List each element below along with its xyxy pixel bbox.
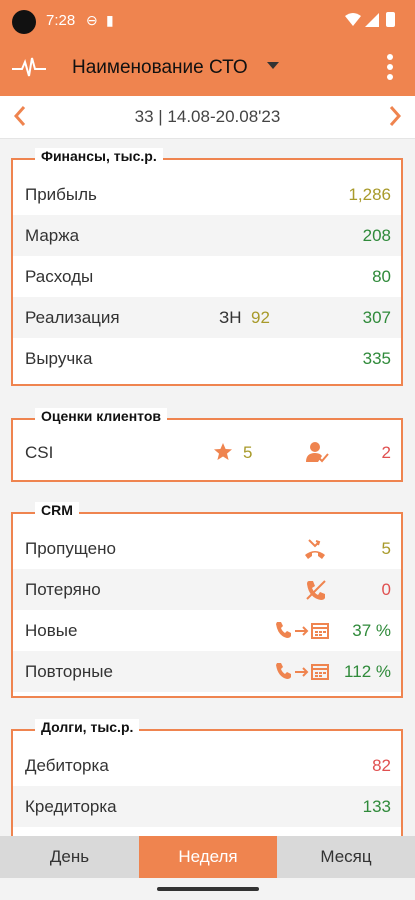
row-value: 5 xyxy=(381,539,391,558)
crm-row-new[interactable]: Новые 37 % xyxy=(13,610,401,651)
finance-row-sales[interactable]: Реализация ЗН 92 307 xyxy=(13,297,401,338)
signal-icon xyxy=(365,13,379,27)
finance-row-revenue[interactable]: Выручка 335 xyxy=(13,338,401,379)
csi-stars-value: 5 xyxy=(243,443,253,462)
sim-icon: ▮ xyxy=(106,12,114,28)
row-value: 208 xyxy=(362,226,391,245)
row-label: Пропущено xyxy=(25,539,116,558)
battery-icon xyxy=(386,12,395,27)
csi-label: CSI xyxy=(25,443,54,462)
debts-row-payable[interactable]: Кредиторка 133 xyxy=(13,786,401,827)
pulse-icon[interactable] xyxy=(12,54,46,82)
finance-card: Финансы, тыс.р. Прибыль 1,286 Маржа 208 … xyxy=(11,148,403,386)
row-value: 335 xyxy=(362,349,391,368)
status-bar: 7:28 ⊖ ▮ xyxy=(0,0,415,40)
finance-row-profit[interactable]: Прибыль 1,286 xyxy=(13,174,401,215)
tab-week[interactable]: Неделя xyxy=(139,836,277,878)
row-value: 112 % xyxy=(344,662,391,681)
system-nav-bar xyxy=(0,878,415,900)
finance-row-margin[interactable]: Маржа 208 xyxy=(13,215,401,256)
row-value: 80 xyxy=(372,267,391,286)
home-handle[interactable] xyxy=(157,887,259,891)
dnd-icon: ⊖ xyxy=(86,12,98,28)
row-label: Повторные xyxy=(25,662,113,681)
row-value: 82 xyxy=(372,756,391,775)
debts-row-receivable[interactable]: Дебиторка 82 xyxy=(13,745,401,786)
call-to-calendar-icon xyxy=(276,663,329,680)
chevron-down-icon[interactable] xyxy=(267,62,279,69)
work-orders-label: ЗН xyxy=(219,308,242,327)
row-label: Расходы xyxy=(25,267,94,286)
tab-month[interactable]: Месяц xyxy=(277,836,415,878)
row-label: Выручка xyxy=(25,349,93,368)
ratings-card: Оценки клиентов CSI 5 2 xyxy=(11,408,403,482)
ratings-title: Оценки клиентов xyxy=(35,408,167,424)
finance-title: Финансы, тыс.р. xyxy=(35,148,163,164)
tab-day[interactable]: День xyxy=(0,836,139,878)
crm-title: CRM xyxy=(35,502,79,518)
row-label: Прибыль xyxy=(25,185,97,204)
crm-card: CRM Пропущено 5 Потеряно 0 Новые 37 % По… xyxy=(11,502,403,698)
row-label: Потеряно xyxy=(25,580,101,599)
row-value: 307 xyxy=(362,308,391,327)
row-label: Реализация xyxy=(25,308,120,327)
station-selector[interactable]: Наименование СТО xyxy=(72,57,248,79)
more-menu-icon[interactable] xyxy=(387,54,393,84)
next-week-icon[interactable] xyxy=(387,104,403,128)
missed-call-icon xyxy=(305,539,325,559)
star-icon xyxy=(214,443,232,460)
period-tabs: День Неделя Месяц xyxy=(0,836,415,878)
row-label: Кредиторка xyxy=(25,797,117,816)
crm-row-missed[interactable]: Пропущено 5 xyxy=(13,528,401,569)
week-navigator: 33 | 14.08-20.08'23 xyxy=(0,96,415,139)
csi-users-value: 2 xyxy=(381,443,391,462)
status-time: 7:28 xyxy=(46,12,76,29)
crm-row-lost[interactable]: Потеряно 0 xyxy=(13,569,401,610)
call-to-calendar-icon xyxy=(276,622,329,639)
work-orders-value: 92 xyxy=(251,308,270,327)
camera-cutout xyxy=(12,10,36,34)
row-label: Дебиторка xyxy=(25,756,109,775)
row-value: 0 xyxy=(381,580,391,599)
lost-call-icon xyxy=(306,580,326,600)
week-label: 33 | 14.08-20.08'23 xyxy=(134,107,281,126)
row-value: 37 % xyxy=(352,621,391,640)
debts-title: Долги, тыс.р. xyxy=(35,719,140,735)
row-value: 133 xyxy=(362,797,391,816)
wifi-icon xyxy=(345,13,361,26)
row-label: Маржа xyxy=(25,226,80,245)
row-label: Новые xyxy=(25,621,78,640)
row-value: 1,286 xyxy=(348,185,391,204)
app-bar: Наименование СТО xyxy=(0,40,415,96)
user-check-icon xyxy=(306,442,329,463)
finance-row-expenses[interactable]: Расходы 80 xyxy=(13,256,401,297)
csi-row[interactable]: CSI 5 2 xyxy=(13,432,401,473)
crm-row-repeat[interactable]: Повторные 112 % xyxy=(13,651,401,692)
